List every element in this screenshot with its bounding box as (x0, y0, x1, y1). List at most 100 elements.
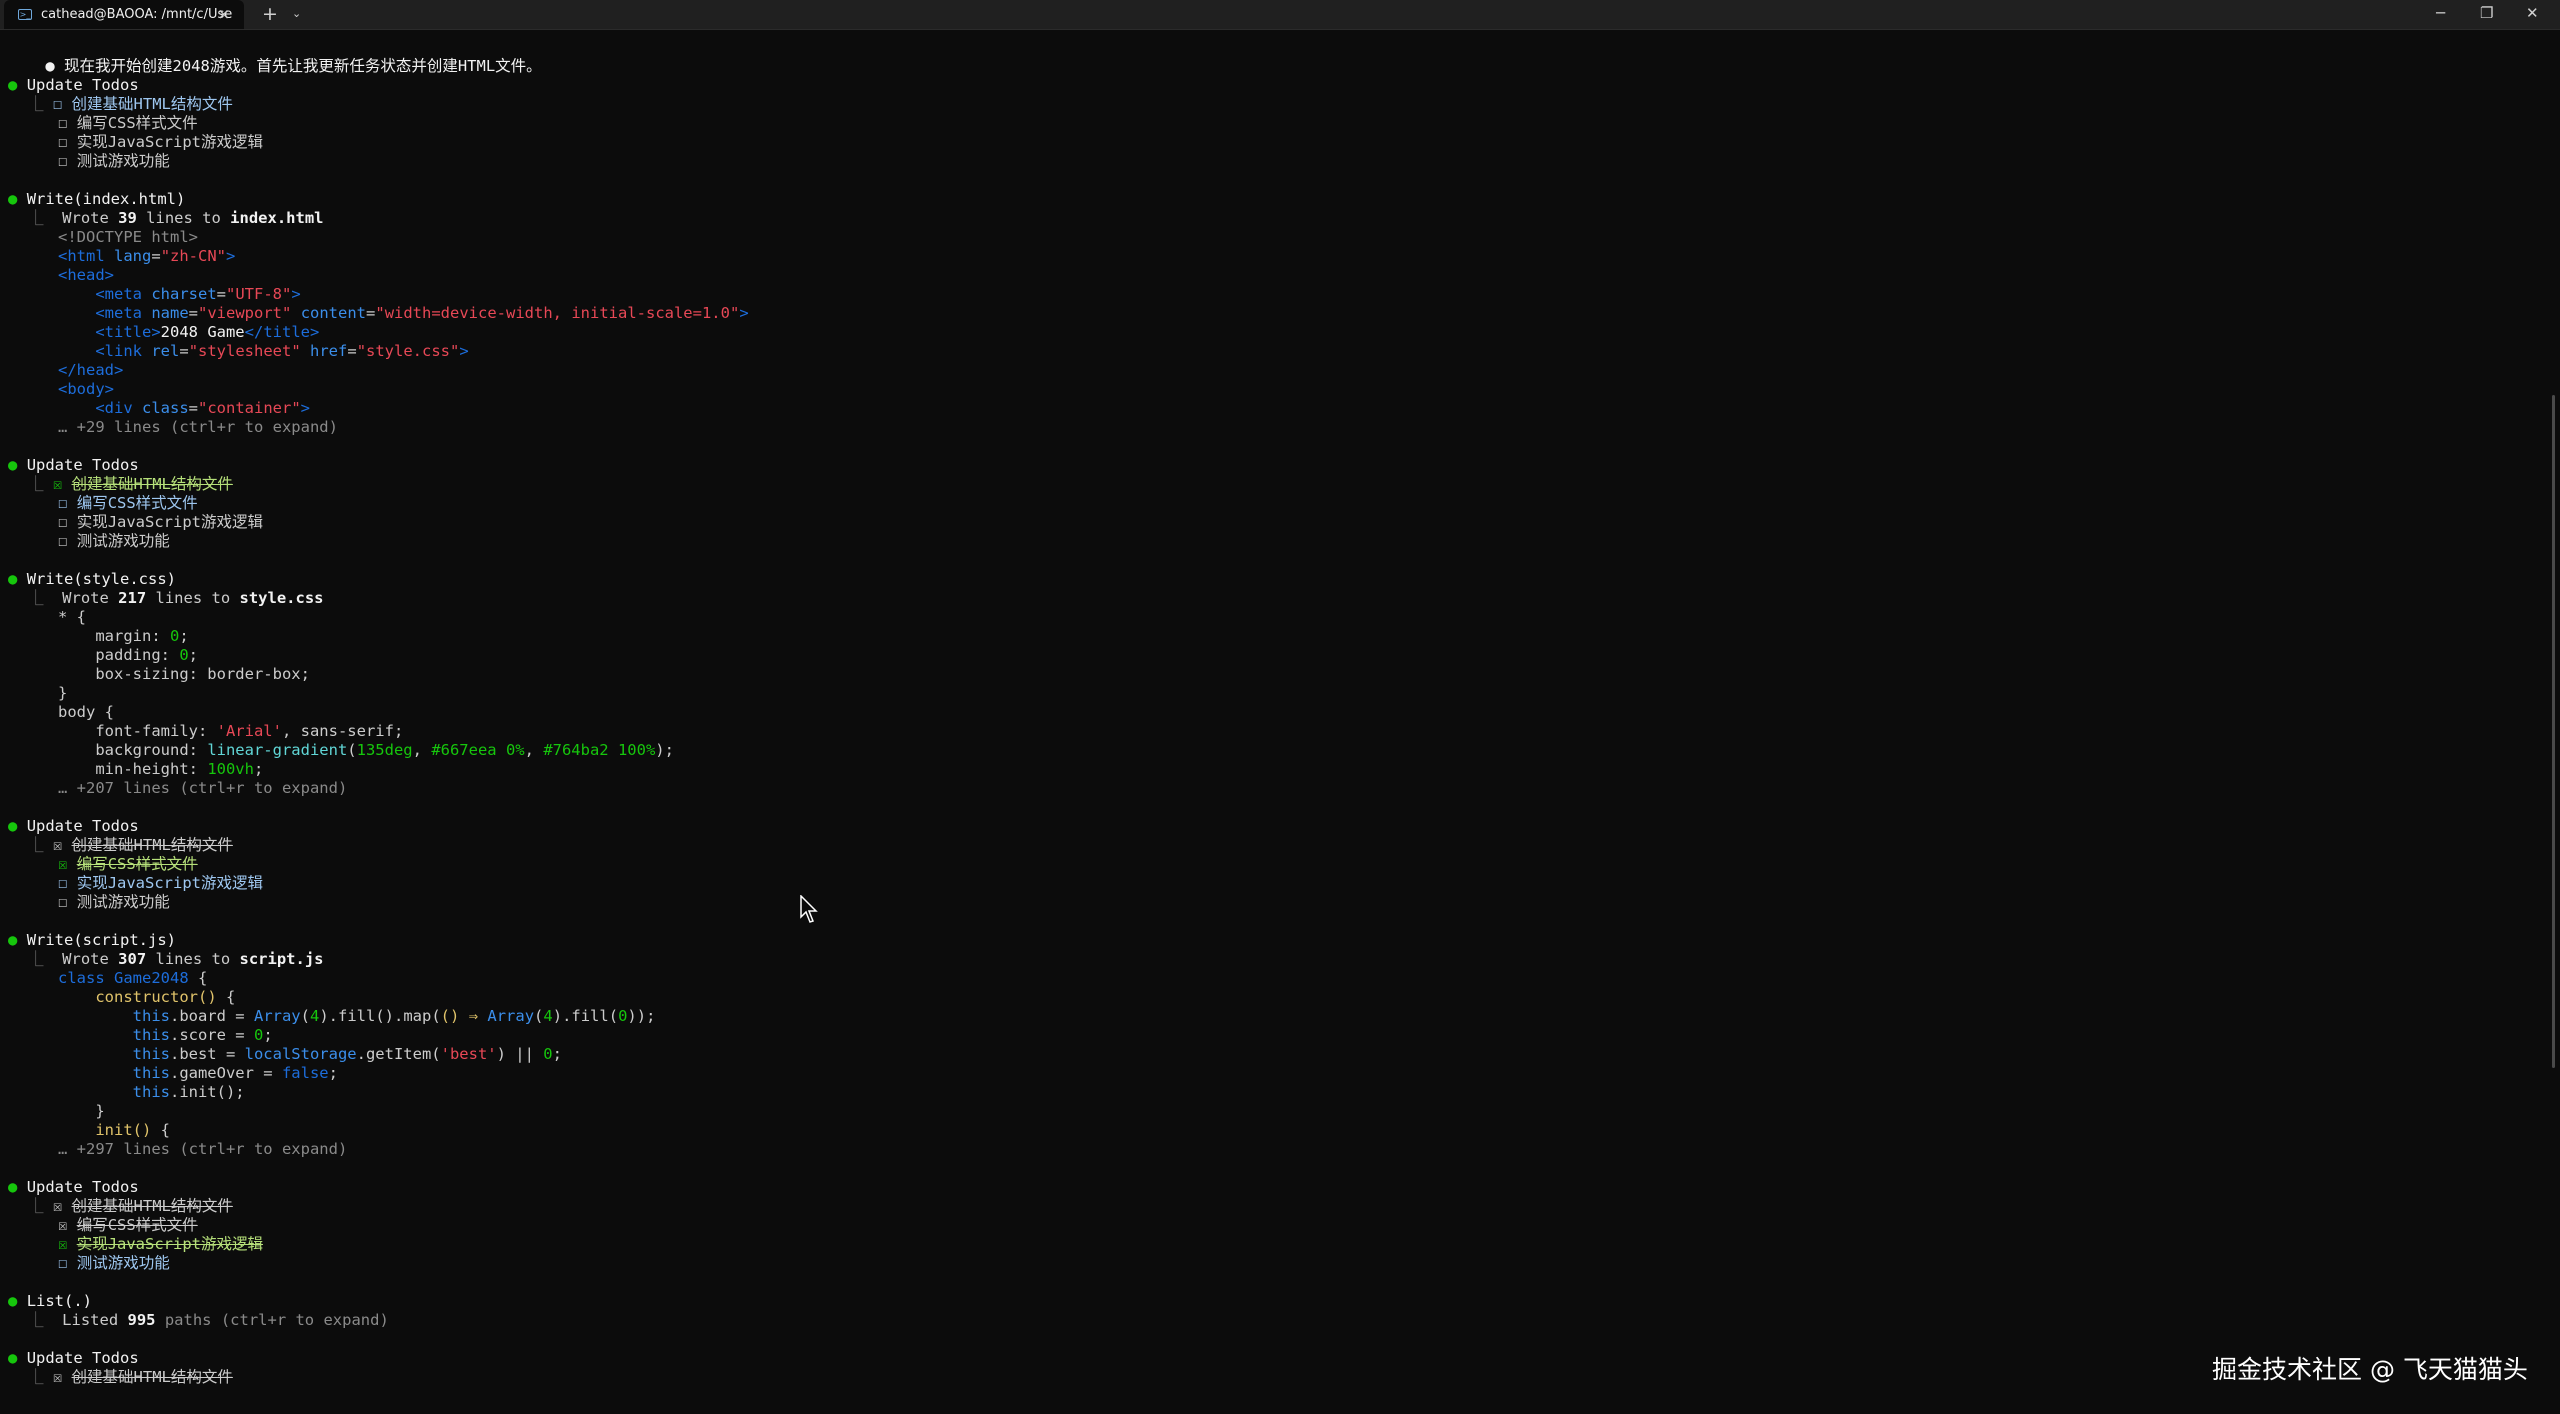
code-line: <link rel="stylesheet" href="style.css"> (95, 342, 469, 360)
tool-call-header: ● List(.) (8, 1292, 93, 1310)
code-line: } (58, 1102, 105, 1120)
code-line: <meta charset="UTF-8"> (95, 285, 301, 303)
intro-text: 现在我开始创建2048游戏。首先让我更新任务状态并创建HTML文件。 (64, 57, 542, 75)
checked-box-icon: ☒ (58, 1216, 68, 1234)
checkbox-icon: ☐ (58, 1254, 68, 1272)
code-line: <title>2048 Game</title> (95, 323, 320, 341)
checked-box-icon: ☒ (52, 1197, 63, 1215)
todo-item: ⎿ ☒ 创建基础HTML结构文件 (28, 1197, 233, 1215)
todo-item: ☐ 实现JavaScript游戏逻辑 (58, 874, 264, 892)
checked-box-icon: ☒ (52, 475, 63, 493)
code-line: } (58, 684, 68, 702)
code-line: * { (58, 608, 86, 626)
code-line: </head> (58, 361, 124, 379)
close-window-button[interactable]: ✕ (2526, 5, 2539, 21)
todo-item: ☐ 测试游戏功能 (58, 1254, 170, 1272)
todo-item: ⎿ ☒ 创建基础HTML结构文件 (28, 836, 233, 854)
chevron-down-icon[interactable]: ⌄ (292, 7, 301, 20)
checked-box-icon: ☒ (52, 836, 63, 854)
new-tab-button[interactable]: + (262, 4, 278, 24)
code-line: this.gameOver = false; (132, 1064, 338, 1082)
checkbox-icon: ☐ (58, 874, 68, 892)
checkbox-icon: ☐ (58, 893, 68, 911)
todo-item: ☐ 测试游戏功能 (58, 893, 170, 911)
code-line: box-sizing: border-box; (58, 665, 310, 683)
write-summary: ⎿ Wrote 307 lines to script.js (28, 950, 324, 968)
bullet-icon: ● (8, 1292, 18, 1310)
todo-item: ☐ 测试游戏功能 (58, 532, 170, 550)
code-line: <html lang="zh-CN"> (58, 247, 236, 265)
checkbox-icon: ☐ (58, 494, 68, 512)
checkbox-icon: ☐ (52, 95, 63, 113)
code-line: font-family: 'Arial', sans-serif; (58, 722, 404, 740)
maximize-button[interactable]: ❐ (2480, 5, 2493, 21)
checkbox-icon: ☐ (58, 114, 68, 132)
checkbox-icon: ☐ (58, 513, 68, 531)
list-summary: ⎿ Listed 995 paths (ctrl+r to expand) (28, 1311, 389, 1329)
bullet-icon: ● (45, 57, 55, 75)
bullet-icon: ● (8, 456, 18, 474)
todo-block-header: ● Update Todos (8, 456, 139, 474)
close-tab-icon[interactable]: × (217, 6, 230, 22)
todo-item: ☐ 编写CSS样式文件 (58, 494, 198, 512)
code-line: this.score = 0; (132, 1026, 273, 1044)
intro-line: ● 现在我开始创建2048游戏。首先让我更新任务状态并创建HTML文件。 (8, 38, 541, 75)
todo-item: ☒ 编写CSS样式文件 (58, 855, 198, 873)
bullet-icon: ● (8, 190, 18, 208)
tool-call-header: ● Write(style.css) (8, 570, 176, 588)
expand-hint[interactable]: … +297 lines (ctrl+r to expand) (58, 1140, 347, 1159)
checked-box-icon: ☒ (58, 1235, 68, 1253)
todo-item: ⎿ ☐ 创建基础HTML结构文件 (28, 95, 233, 113)
code-line: body { (58, 703, 114, 721)
code-line: <div class="container"> (95, 399, 311, 417)
expand-hint[interactable]: … +29 lines (ctrl+r to expand) (58, 418, 338, 437)
code-line: background: linear-gradient(135deg, #667… (58, 741, 674, 759)
code-line: this.board = Array(4).fill().map(() ⇒ Ar… (132, 1007, 656, 1025)
todo-block-header: ● Update Todos (8, 1178, 139, 1196)
write-summary: ⎿ Wrote 39 lines to index.html (28, 209, 324, 227)
code-line: <!DOCTYPE html> (58, 228, 198, 246)
expand-hint[interactable]: … +207 lines (ctrl+r to expand) (58, 779, 347, 798)
todo-item: ☒ 编写CSS样式文件 (58, 1216, 198, 1234)
todo-item: ⎿ ☒ 创建基础HTML结构文件 (28, 1368, 233, 1386)
write-summary: ⎿ Wrote 217 lines to style.css (28, 589, 324, 607)
checkbox-icon: ☐ (58, 133, 68, 151)
todo-block-header: ● Update Todos (8, 1349, 139, 1367)
checked-box-icon: ☒ (58, 855, 68, 873)
todo-item: ☐ 实现JavaScript游戏逻辑 (58, 133, 264, 151)
bullet-icon: ● (8, 76, 18, 94)
bullet-icon: ● (8, 817, 18, 835)
checked-box-icon: ☒ (52, 1368, 63, 1386)
todo-block-header: ● Update Todos (8, 817, 139, 835)
todo-item: ☐ 编写CSS样式文件 (58, 114, 198, 132)
checkbox-icon: ☐ (58, 532, 68, 550)
terminal-icon: >_ (18, 9, 32, 20)
checkbox-icon: ☐ (58, 152, 68, 170)
terminal-output[interactable]: ● 现在我开始创建2048游戏。首先让我更新任务状态并创建HTML文件。 ● U… (0, 29, 2540, 1414)
vertical-scrollbar[interactable] (2552, 395, 2555, 1068)
todo-item: ☒ 实现JavaScript游戏逻辑 (58, 1235, 264, 1253)
code-line: min-height: 100vh; (58, 760, 264, 778)
bullet-icon: ● (8, 1178, 18, 1196)
todo-item: ☐ 实现JavaScript游戏逻辑 (58, 513, 264, 531)
tool-call-header: ● Write(script.js) (8, 931, 176, 949)
code-line: <head> (58, 266, 114, 284)
minimize-button[interactable]: ─ (2436, 5, 2445, 21)
title-bar: >_ cathead@BAOOA: /mnt/c/Use × + ⌄ ─ ❐ ✕ (0, 0, 2560, 30)
code-line: <meta name="viewport" content="width=dev… (95, 304, 749, 322)
terminal-tab[interactable]: >_ cathead@BAOOA: /mnt/c/Use × (4, 0, 244, 29)
todo-block-header: ● Update Todos (8, 76, 139, 94)
code-line: init() { (95, 1121, 170, 1139)
todo-item: ☐ 测试游戏功能 (58, 152, 170, 170)
tool-call-header: ● Write(index.html) (8, 190, 186, 208)
code-line: padding: 0; (58, 646, 199, 664)
mouse-cursor-icon (800, 895, 818, 923)
bullet-icon: ● (8, 931, 18, 949)
tab-title: cathead@BAOOA: /mnt/c/Use (41, 7, 233, 22)
code-line: this.init(); (132, 1083, 245, 1101)
watermark: 掘金技术社区 @ 飞天猫猫头 (2212, 1355, 2528, 1384)
todo-item: ⎿ ☒ 创建基础HTML结构文件 (28, 475, 233, 493)
bullet-icon: ● (8, 570, 18, 588)
code-line: <body> (58, 380, 114, 398)
code-line: this.best = localStorage.getItem('best')… (132, 1045, 562, 1063)
